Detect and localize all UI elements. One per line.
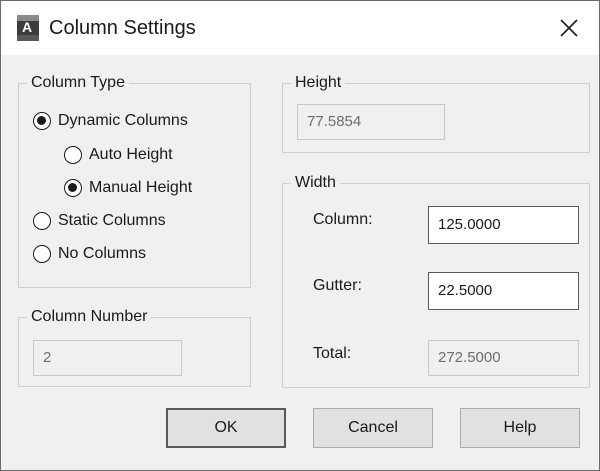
dialog-title: Column Settings [49,17,196,39]
cancel-button[interactable]: Cancel [313,408,433,448]
app-icon-letter: A [22,19,33,35]
close-button[interactable] [549,9,589,47]
total-input[interactable]: 272.5000 [428,340,579,376]
total-label: Total: [313,345,352,362]
radio-auto-height-label: Auto Height [89,146,173,163]
column-number-group: Column Number 2 [18,308,251,387]
width-legend: Width [291,174,340,192]
height-legend: Height [291,74,346,92]
radio-manual-height-circle[interactable] [64,179,82,197]
column-number-legend: Column Number [27,308,152,326]
radio-auto-height-circle[interactable] [64,146,82,164]
column-number-input[interactable]: 2 [33,340,182,376]
autocad-app-icon: A [17,15,39,41]
radio-static-columns-label: Static Columns [58,212,166,229]
column-type-group: Column Type Dynamic Columns Auto Height … [18,74,251,288]
width-group: Width Column: 125.0000 Gutter: 22.5000 T… [282,174,590,388]
ok-button[interactable]: OK [166,408,286,448]
column-width-label: Column: [313,211,373,228]
radio-manual-height-label: Manual Height [89,179,193,196]
gutter-input[interactable]: 22.5000 [428,272,579,310]
gutter-label: Gutter: [313,277,362,294]
radio-static-columns-circle[interactable] [33,212,51,230]
height-input[interactable]: 77.5854 [297,104,445,140]
height-group: Height 77.5854 [282,74,590,153]
column-width-input[interactable]: 125.0000 [428,206,579,244]
radio-no-columns-circle[interactable] [33,245,51,263]
radio-dynamic-columns-label: Dynamic Columns [58,112,188,129]
column-settings-dialog: A Column Settings Column Type Dynamic Co… [0,0,600,471]
radio-no-columns-label: No Columns [58,245,147,262]
help-button[interactable]: Help [460,408,580,448]
close-icon [560,19,578,37]
column-type-legend: Column Type [27,74,129,92]
radio-dynamic-columns-circle[interactable] [33,112,51,130]
title-bar: A Column Settings [1,1,599,55]
